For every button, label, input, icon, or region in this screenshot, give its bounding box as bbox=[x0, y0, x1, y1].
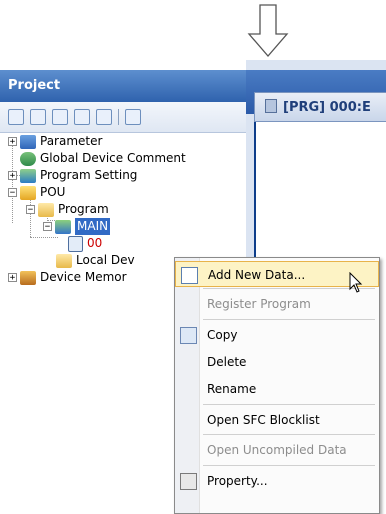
tree-item-program-setting[interactable]: + Program Setting bbox=[8, 167, 137, 184]
menu-separator bbox=[203, 319, 375, 320]
menu-item-property[interactable]: Property... bbox=[175, 468, 379, 494]
menu-separator bbox=[203, 434, 375, 435]
menu-item-open-sfc-blocklist[interactable]: Open SFC Blocklist bbox=[175, 407, 379, 433]
tree-item-program-file[interactable]: 00 bbox=[68, 235, 102, 252]
expand-icon[interactable]: + bbox=[8, 273, 17, 283]
device-memory-icon bbox=[20, 270, 36, 285]
tree-item-program[interactable]: − Program bbox=[26, 201, 109, 218]
program-icon bbox=[55, 219, 71, 234]
tree-item-main[interactable]: − MAIN bbox=[43, 218, 111, 235]
tree-item-local-device[interactable]: Local Dev bbox=[56, 252, 135, 269]
document-icon bbox=[265, 99, 277, 113]
paste-icon[interactable] bbox=[52, 109, 68, 125]
menu-item-delete[interactable]: Delete bbox=[175, 349, 379, 375]
menu-item-register-program[interactable]: Register Program bbox=[175, 291, 379, 317]
folder-icon bbox=[38, 202, 54, 217]
find-icon[interactable] bbox=[125, 109, 141, 125]
expand-icon[interactable]: + bbox=[8, 171, 17, 181]
menu-item-copy[interactable]: Copy bbox=[175, 322, 379, 348]
project-header: Project bbox=[0, 70, 246, 102]
collapse-icon[interactable]: − bbox=[8, 188, 17, 198]
collapse-icon[interactable]: − bbox=[43, 222, 52, 232]
project-title: Project bbox=[8, 78, 61, 93]
editor-tab[interactable]: [PRG] 000:E bbox=[254, 92, 386, 122]
expand-icon[interactable]: + bbox=[8, 137, 17, 147]
refresh-icon[interactable] bbox=[96, 109, 112, 125]
tree-item-pou[interactable]: − POU bbox=[8, 184, 65, 201]
tree-item-global-device-comment[interactable]: Global Device Comment bbox=[20, 150, 186, 167]
collapse-icon[interactable]: − bbox=[26, 205, 35, 215]
property-icon bbox=[180, 473, 197, 490]
global-device-comment-icon bbox=[20, 151, 36, 166]
toolbar-separator bbox=[118, 109, 119, 125]
property-icon[interactable] bbox=[74, 109, 90, 125]
program-setting-icon bbox=[20, 168, 36, 183]
add-new-data-icon bbox=[181, 267, 198, 284]
pou-icon bbox=[20, 185, 36, 200]
editor-tab-title: [PRG] 000:E bbox=[283, 100, 371, 115]
menu-item-open-uncompiled-data[interactable]: Open Uncompiled Data bbox=[175, 437, 379, 463]
down-arrow-icon bbox=[247, 4, 289, 57]
tree-item-device-memory[interactable]: + Device Memor bbox=[8, 269, 127, 286]
copy-icon[interactable] bbox=[30, 109, 46, 125]
context-menu: Add New Data... Register Program Copy De… bbox=[174, 257, 380, 514]
copy-icon bbox=[180, 327, 197, 344]
parameter-icon bbox=[20, 134, 36, 149]
folder-icon bbox=[56, 253, 72, 268]
new-data-icon[interactable] bbox=[8, 109, 24, 125]
project-toolbar bbox=[0, 102, 246, 133]
mouse-cursor-icon bbox=[349, 272, 363, 293]
menu-item-rename[interactable]: Rename bbox=[175, 376, 379, 402]
program-file-icon bbox=[68, 235, 83, 252]
menu-separator bbox=[203, 465, 375, 466]
tree-item-parameter[interactable]: + Parameter bbox=[8, 133, 102, 150]
menu-separator bbox=[203, 404, 375, 405]
